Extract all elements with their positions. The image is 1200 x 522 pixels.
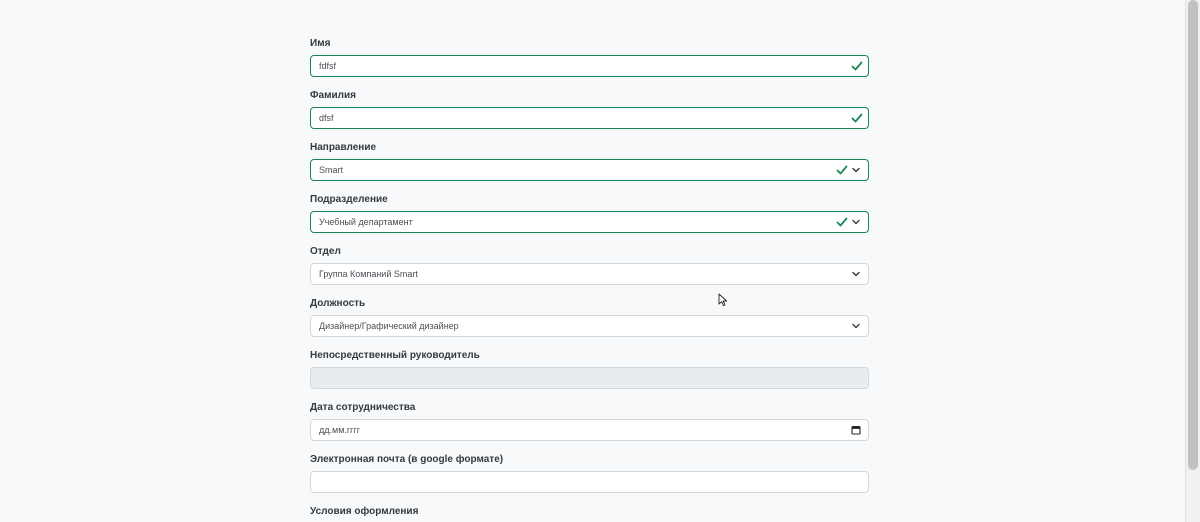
email-label: Электронная почта (в google формате) — [310, 454, 504, 465]
last-name-label: Фамилия — [310, 90, 356, 101]
scrollbar-thumb[interactable] — [1188, 0, 1198, 470]
start-date-input[interactable]: дд.мм.гггг — [310, 419, 869, 441]
chevron-down-icon — [852, 323, 860, 329]
scrollbar[interactable] — [1185, 0, 1200, 522]
terms-field: Условия оформления — [310, 505, 869, 519]
email-field: Электронная почта (в google формате) — [310, 453, 869, 493]
position-select[interactable]: Дизайнер/Графический дизайнер — [310, 315, 869, 337]
subdivision-select[interactable]: Учебный департамент — [310, 211, 869, 233]
start-date-placeholder: дд.мм.гггг — [319, 425, 361, 435]
terms-label: Условия оформления — [310, 506, 419, 517]
last-name-input[interactable]: dfsf — [310, 107, 869, 129]
chevron-down-icon — [852, 167, 860, 173]
department-field: Отдел Группа Компаний Smart — [310, 245, 869, 285]
last-name-field: Фамилия dfsf — [310, 89, 869, 129]
first-name-input[interactable]: fdfsf — [310, 55, 869, 77]
subdivision-field: Подразделение Учебный департамент — [310, 193, 869, 233]
position-label: Должность — [310, 298, 366, 309]
start-date-field: Дата сотрудничества дд.мм.гггг — [310, 401, 869, 441]
manager-input[interactable] — [310, 367, 869, 389]
subdivision-value: Учебный департамент — [319, 217, 413, 227]
first-name-field: Имя fdfsf — [310, 37, 869, 77]
position-value: Дизайнер/Графический дизайнер — [319, 321, 459, 331]
position-field: Должность Дизайнер/Графический дизайнер — [310, 297, 869, 337]
check-icon — [836, 165, 848, 175]
check-icon — [836, 217, 848, 227]
manager-label: Непосредственный руководитель — [310, 350, 480, 361]
last-name-value: dfsf — [319, 113, 334, 123]
direction-label: Направление — [310, 142, 377, 153]
manager-field: Непосредственный руководитель — [310, 349, 869, 389]
chevron-down-icon — [852, 219, 860, 225]
mouse-pointer-icon — [718, 293, 728, 307]
direction-select[interactable]: Smart — [310, 159, 869, 181]
check-icon — [851, 61, 863, 71]
first-name-value: fdfsf — [319, 61, 337, 71]
subdivision-label: Подразделение — [310, 194, 388, 205]
direction-field: Направление Smart — [310, 141, 869, 181]
direction-value: Smart — [319, 165, 344, 175]
first-name-label: Имя — [310, 38, 331, 49]
page: Имя fdfsf Фамилия dfsf Направление Smart… — [0, 0, 1200, 522]
check-icon — [851, 113, 863, 123]
chevron-down-icon — [852, 271, 860, 277]
email-input[interactable] — [310, 471, 869, 493]
calendar-icon[interactable] — [851, 425, 861, 435]
department-select[interactable]: Группа Компаний Smart — [310, 263, 869, 285]
department-label: Отдел — [310, 246, 341, 257]
start-date-label: Дата сотрудничества — [310, 402, 416, 413]
department-value: Группа Компаний Smart — [319, 269, 418, 279]
